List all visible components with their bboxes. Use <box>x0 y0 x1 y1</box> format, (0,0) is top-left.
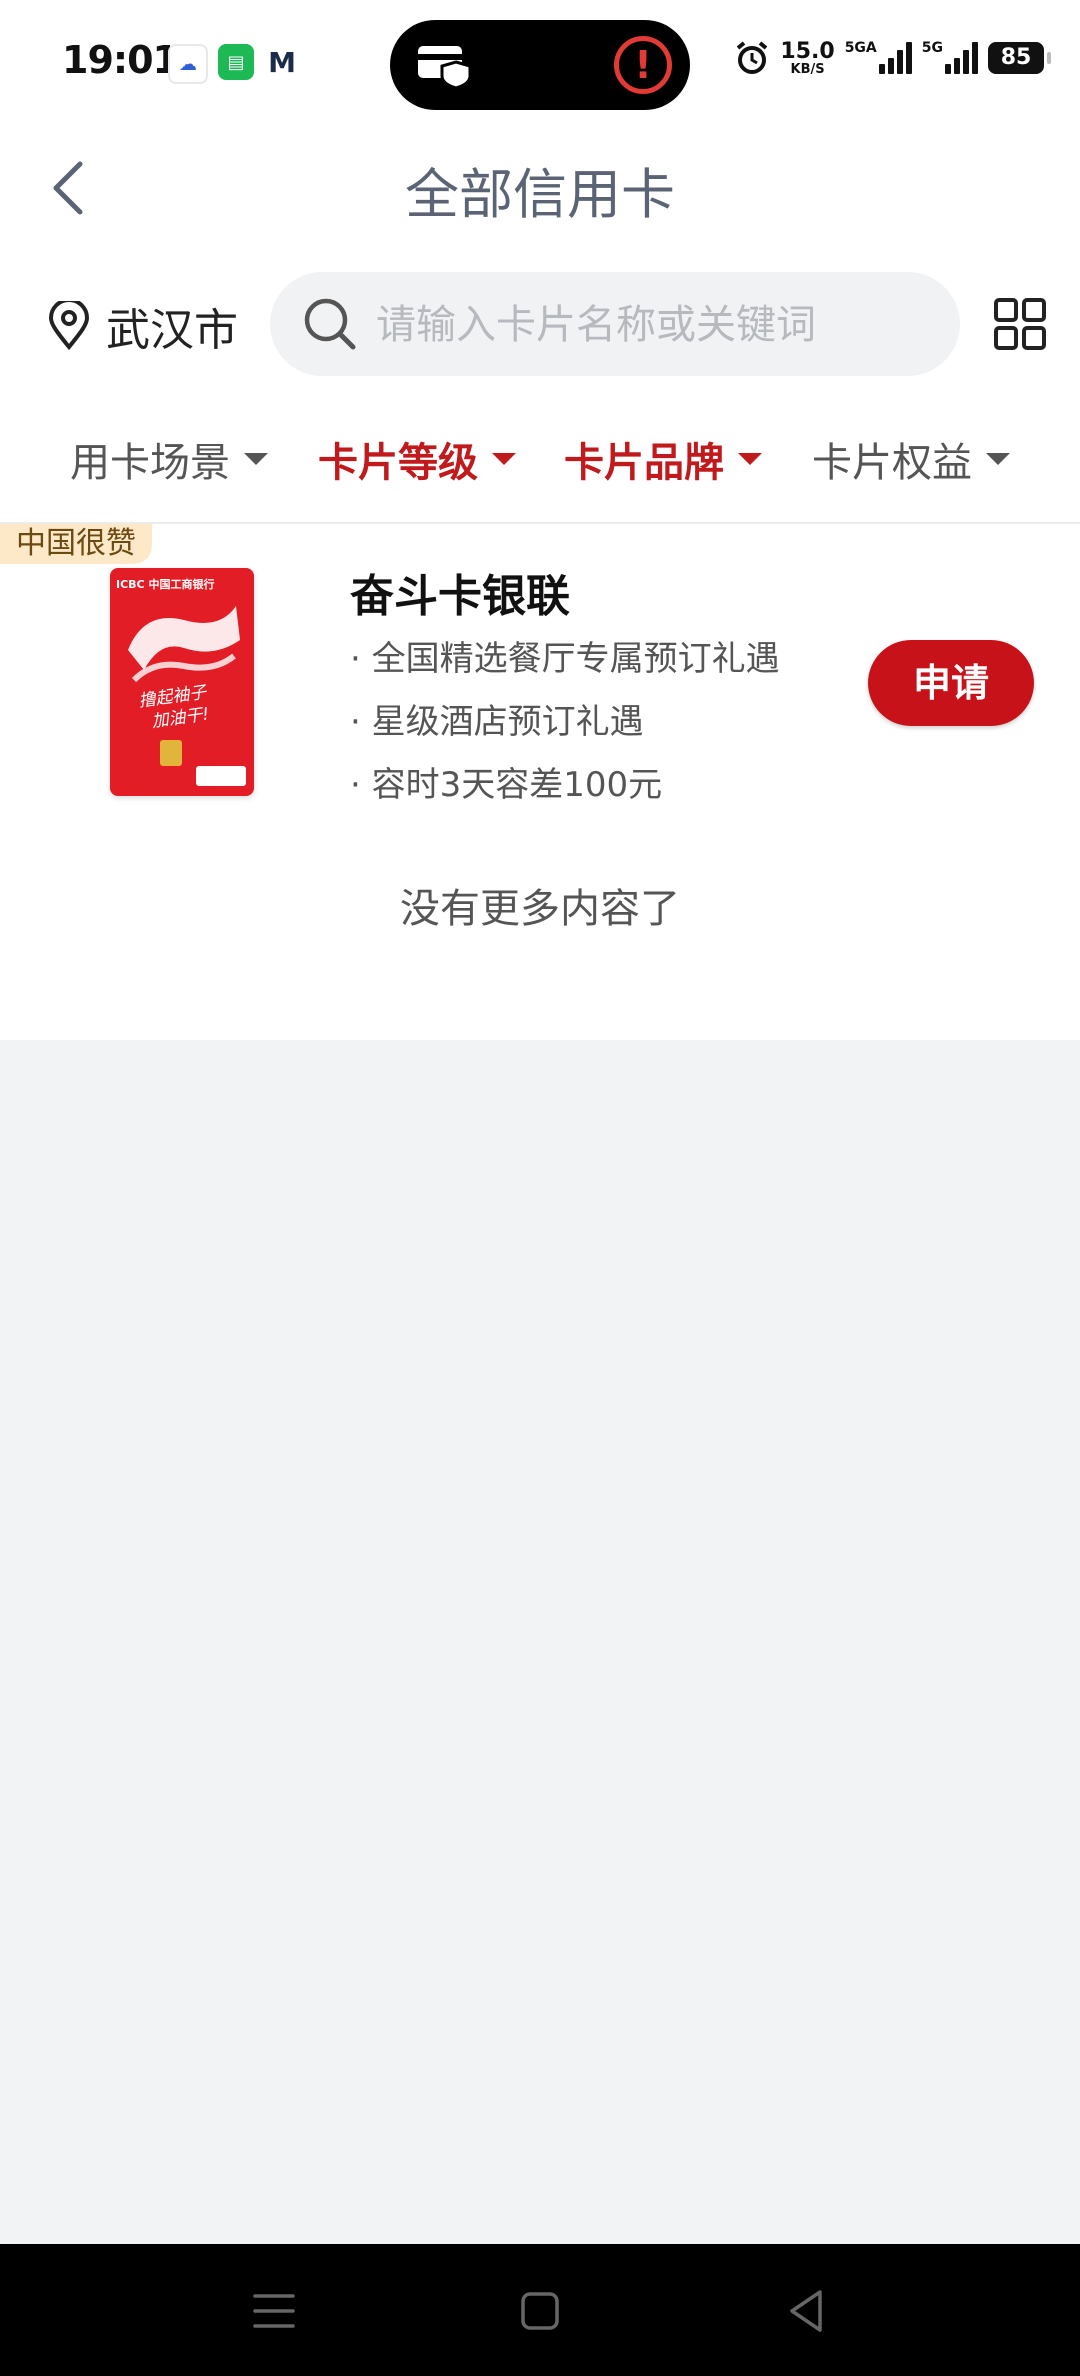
signal-bars-1-icon <box>878 42 912 74</box>
search-input[interactable] <box>374 272 938 378</box>
home-icon[interactable] <box>513 2284 567 2338</box>
search-icon <box>304 298 356 350</box>
dynamic-island: ! <box>390 20 690 110</box>
signal-bars-2-icon <box>945 42 978 74</box>
card-list-item[interactable]: 中国很赞 ICBC 中国工商银行 撸起袖子 加油干! 奋斗卡银联 · 全国精选餐… <box>0 524 1080 824</box>
dropdown-arrow-icon <box>492 453 516 465</box>
city-name: 武汉市 <box>106 305 238 356</box>
network-speed: 15.0 KB/S <box>780 38 835 77</box>
page-header: 全部信用卡 <box>0 130 1080 240</box>
status-time: 19:01 <box>62 38 179 82</box>
card-tag: 中国很赞 <box>0 524 152 564</box>
notification-icons: ☁ ▤ M <box>168 44 300 84</box>
card-perk: · 星级酒店预订礼遇 <box>350 702 644 742</box>
back-triangle-icon[interactable] <box>780 2284 834 2338</box>
filter-brand[interactable]: 卡片品牌 <box>564 430 762 488</box>
grid-view-icon[interactable] <box>994 298 1046 350</box>
filter-level[interactable]: 卡片等级 <box>318 430 516 488</box>
arms-illustration <box>128 606 240 683</box>
alarm-icon <box>737 41 768 74</box>
dropdown-arrow-icon <box>986 453 1010 465</box>
page-title: 全部信用卡 <box>405 163 675 226</box>
unionpay-logo <box>196 766 246 786</box>
battery-indicator: 85 <box>988 42 1051 74</box>
dropdown-arrow-icon <box>244 453 268 465</box>
card-chip <box>160 740 182 766</box>
card-perk: · 全国精选餐厅专属预订礼遇 <box>350 639 780 679</box>
card-shield-icon <box>418 46 472 88</box>
card-perk: · 容时3天容差100元 <box>350 765 663 805</box>
city-selector[interactable]: 武汉市 <box>46 294 238 358</box>
cloud-app-icon: ☁ <box>168 44 208 84</box>
card-slogan: 撸起袖子 加油干! <box>137 682 211 733</box>
alert-icon: ! <box>614 36 672 94</box>
filter-scene[interactable]: 用卡场景 <box>70 430 268 488</box>
search-box[interactable] <box>270 272 960 378</box>
card-image: ICBC 中国工商银行 撸起袖子 加油干! <box>110 568 254 796</box>
message-app-icon: ▤ <box>218 44 254 80</box>
search-row: 武汉市 <box>0 270 1080 380</box>
signal-label-1: 5GA <box>844 40 877 56</box>
menu-icon[interactable] <box>247 2284 301 2338</box>
dropdown-arrow-icon <box>738 453 762 465</box>
signal-label-2: 5G <box>921 40 943 56</box>
card-perks: · 全国精选餐厅专属预订礼遇 · 星级酒店预订礼遇 · 容时3天容差100元 <box>350 628 780 817</box>
status-bar: 19:01 ☁ ▤ M ! 15.0 KB/S 5GA 5G 85 <box>0 0 1080 130</box>
system-icons: 15.0 KB/S 5GA 5G 85 <box>734 38 1051 77</box>
mail-app-icon: M <box>264 44 300 80</box>
filter-benefits[interactable]: 卡片权益 <box>812 430 1010 488</box>
card-name: 奋斗卡银联 <box>350 571 570 622</box>
system-nav-bar <box>0 2244 1080 2376</box>
list-end-text: 没有更多内容了 <box>400 886 680 932</box>
filter-bar: 用卡场景 卡片等级 卡片品牌 卡片权益 <box>0 420 1080 510</box>
apply-button[interactable]: 申请 <box>868 640 1034 726</box>
location-pin-icon <box>48 301 90 351</box>
